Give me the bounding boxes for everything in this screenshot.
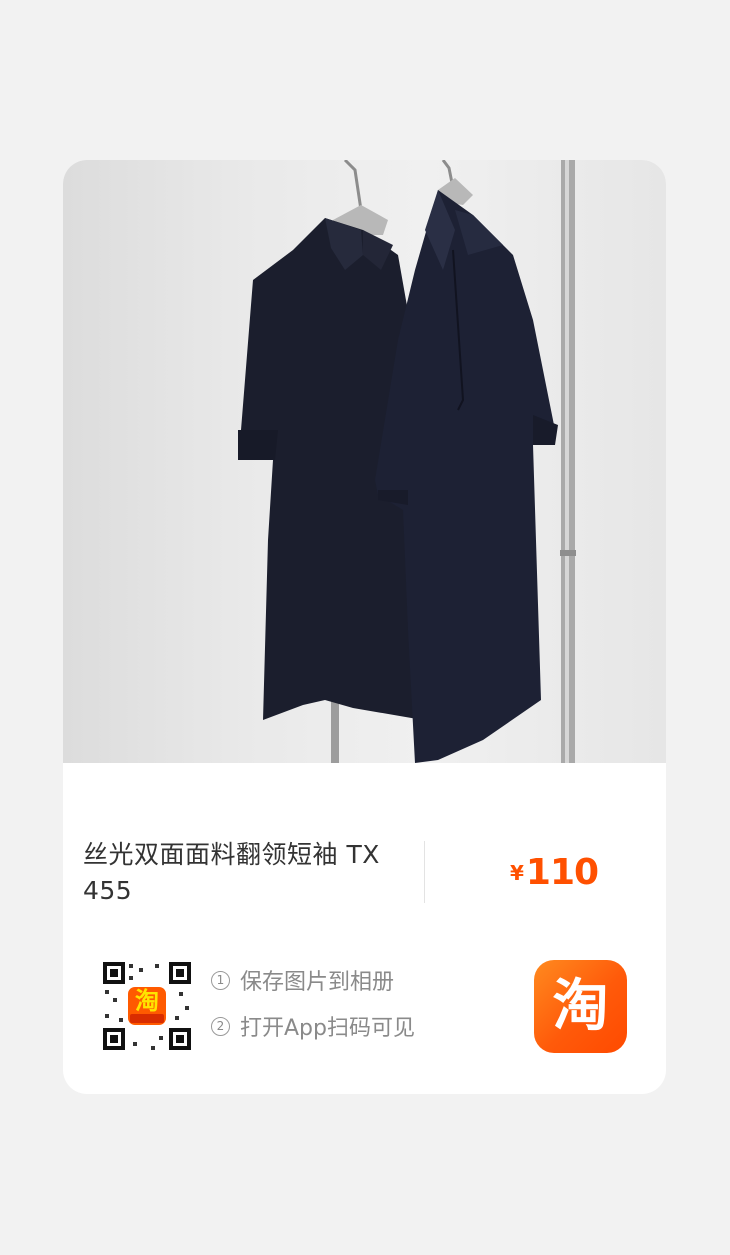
currency-symbol: ¥ [510, 861, 524, 885]
instruction-step-2: 2 打开App扫码可见 [211, 1012, 415, 1041]
step-number-2: 2 [211, 1016, 230, 1036]
step-text-1: 保存图片到相册 [240, 970, 395, 995]
qr-code[interactable]: 淘 [99, 958, 195, 1054]
share-card: 丝光双面面料翻领短袖 TX 455 ¥110 淘 1 保存图片到相册 2 打开A… [63, 160, 666, 1094]
product-photo-illustration [238, 160, 576, 763]
step-text-2: 打开App扫码可见 [240, 1016, 415, 1041]
price-amount: 110 [525, 852, 599, 893]
product-image[interactable] [63, 160, 666, 763]
taobao-app-icon[interactable]: 淘 [534, 960, 627, 1053]
instruction-step-1: 1 保存图片到相册 [211, 966, 415, 995]
step-number-1: 1 [211, 970, 230, 990]
product-title[interactable]: 丝光双面面料翻领短袖 TX 455 [83, 837, 413, 909]
share-instructions: 1 保存图片到相册 2 打开App扫码可见 [211, 966, 415, 1058]
product-price: ¥110 [510, 852, 599, 893]
qr-center-logo: 淘 [135, 987, 159, 1015]
divider [424, 841, 425, 903]
